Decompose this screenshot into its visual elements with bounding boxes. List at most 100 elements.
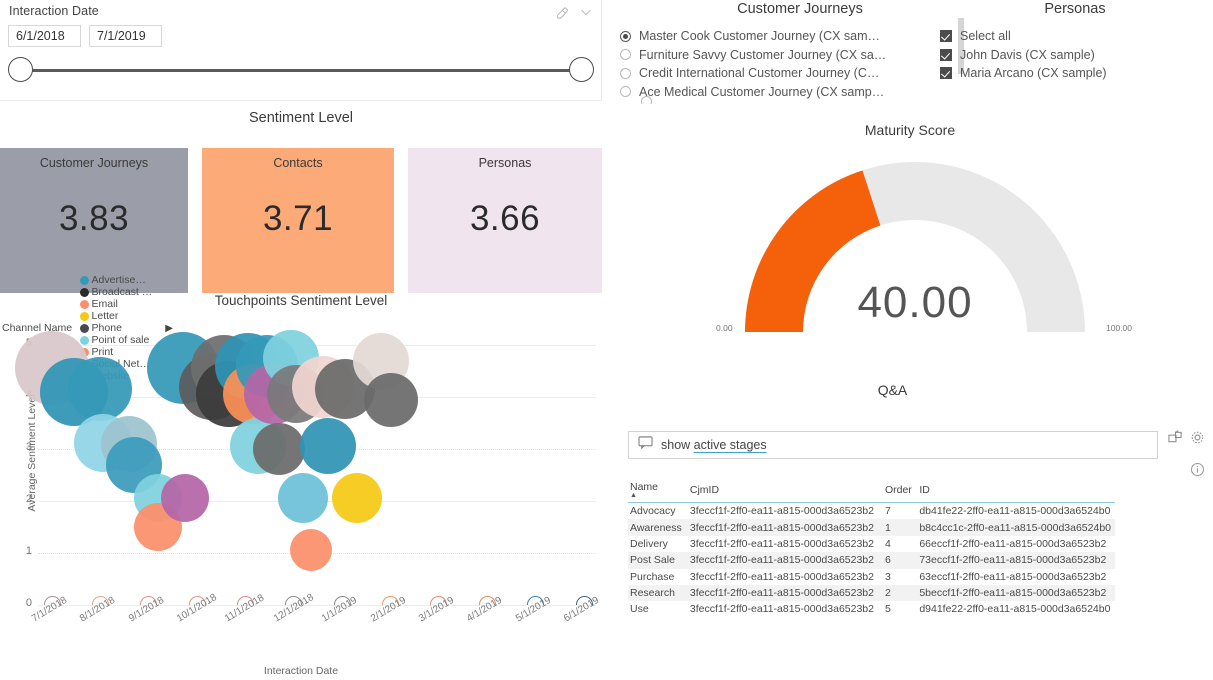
date-range-slider[interactable] xyxy=(8,54,594,88)
customer-journey-option[interactable]: Furniture Savvy Customer Journey (CX sa… xyxy=(620,46,980,65)
y-axis-tick: 0 xyxy=(25,597,32,609)
eraser-icon[interactable] xyxy=(555,5,569,19)
info-icon[interactable] xyxy=(1190,462,1205,482)
slicer-title: Interaction Date xyxy=(9,4,99,18)
option-label: Master Cook Customer Journey (CX sam… xyxy=(639,29,881,44)
chart-bubble[interactable] xyxy=(363,372,418,427)
persona-option[interactable]: Maria Arcano (CX sample) xyxy=(940,64,1210,83)
radio-button-icon[interactable] xyxy=(620,67,631,79)
qa-search-input[interactable]: show active stages xyxy=(628,431,1158,459)
table-row[interactable]: Research 3feccf1f-2ff0-ea11-a815-000d3a65… xyxy=(628,584,1115,602)
end-date-input[interactable]: 7/1/2019 xyxy=(89,25,162,47)
chart-bubble[interactable] xyxy=(299,418,356,475)
table-cell: 5beccf1f-2ff0-ea11-a815-000d3a6523b2 xyxy=(917,584,1115,602)
legend-swatch xyxy=(80,299,90,309)
qa-panel[interactable]: Q&A show active stages Name ▲ CjmID Orde… xyxy=(620,382,1205,672)
table-cell: 1 xyxy=(882,519,918,536)
start-date-input[interactable]: 6/1/2018 xyxy=(8,25,81,47)
table-cell: db41fe22-2ff0-ea11-a815-000d3a6524b0 xyxy=(919,505,1111,518)
table-row[interactable]: Awareness 3feccf1f-2ff0-ea11-a815-000d3a6… xyxy=(628,519,1115,536)
legend-swatch xyxy=(80,287,90,297)
table-cell: 2 xyxy=(882,584,918,602)
sentiment-card-customer-journeys[interactable]: Customer Journeys 3.83 xyxy=(0,148,188,293)
gear-icon[interactable] xyxy=(1190,430,1205,450)
date-range-inputs: 6/1/2018 7/1/2019 xyxy=(8,25,162,47)
table-row[interactable]: Delivery 3feccf1f-2ff0-ea11-a815-000d3a65… xyxy=(628,536,1115,552)
table-row[interactable]: Post Sale 3feccf1f-2ff0-ea11-a815-000d3a6… xyxy=(628,552,1115,569)
personas-list[interactable]: Select all John Davis (CX sample) Maria Ar… xyxy=(940,27,1210,83)
legend-item[interactable]: Letter xyxy=(80,310,152,322)
legend-item[interactable]: Broadcast … xyxy=(80,286,152,298)
checkbox-icon[interactable] xyxy=(940,48,952,61)
chevron-down-icon[interactable] xyxy=(579,5,593,19)
checkbox-icon[interactable] xyxy=(940,67,952,80)
maturity-score-gauge[interactable]: Maturity Score 40.00 0.00 100.00 xyxy=(620,122,1200,372)
sentiment-cards: Customer Journeys 3.83 Contacts 3.71 Per… xyxy=(0,148,602,293)
card-value: 3.83 xyxy=(58,199,130,238)
table-cell: Awareness xyxy=(628,519,688,536)
personas-slicer[interactable]: Personas Select all John Davis (CX sample… xyxy=(940,0,1210,104)
chart-bubble[interactable] xyxy=(278,473,329,524)
table-cell: 63eccf1f-2ff0-ea11-a815-000d3a6523b2 xyxy=(919,570,1107,583)
card-value: 3.66 xyxy=(469,199,541,238)
chart-bubble[interactable] xyxy=(253,423,306,475)
x-axis-title: Interaction Date xyxy=(263,665,339,677)
table-cell: 66eccf1f-2ff0-ea11-a815-000d3a6523b2 xyxy=(919,537,1107,550)
option-label: Furniture Savvy Customer Journey (CX sa… xyxy=(639,47,887,62)
legend-label: Advertise… xyxy=(91,274,146,286)
radio-button-icon[interactable] xyxy=(620,30,631,42)
chart-bubble[interactable] xyxy=(161,474,209,523)
column-header-order[interactable]: Order xyxy=(882,480,918,503)
touchpoints-sentiment-chart[interactable]: Touchpoints Sentiment Level Channel Name… xyxy=(0,274,602,680)
legend-next-icon[interactable]: ▶ xyxy=(165,323,173,334)
customer-journey-option[interactable]: Credit International Customer Journey (C… xyxy=(620,64,980,83)
pop-out-icon[interactable] xyxy=(1168,430,1183,450)
persona-option[interactable]: John Davis (CX sample) xyxy=(940,46,1210,65)
slider-track xyxy=(22,69,580,72)
slider-handle-end[interactable] xyxy=(569,57,594,82)
checkbox-icon[interactable] xyxy=(940,30,952,43)
legend-swatch xyxy=(80,275,90,285)
option-label: Maria Arcano (CX sample) xyxy=(960,66,1107,81)
slicer-header-icons xyxy=(555,5,593,19)
chat-bubble-icon xyxy=(638,436,653,454)
sentiment-card-contacts[interactable]: Contacts 3.71 xyxy=(202,148,394,293)
table-cell: Research xyxy=(628,584,688,602)
legend-item[interactable]: Phone xyxy=(80,322,152,334)
table-cell: b8c4cc1c-2ff0-ea11-a815-000d3a6524b0 xyxy=(917,519,1115,536)
interaction-date-slicer[interactable]: Interaction Date 6/1/2018 7/1/2019 xyxy=(0,0,602,101)
table-row[interactable]: Use 3feccf1f-2ff0-ea11-a815-000d3a6523b2 5… xyxy=(628,601,1115,617)
persona-option[interactable]: Select all xyxy=(940,27,1210,46)
sentiment-card-personas[interactable]: Personas 3.66 xyxy=(408,148,602,293)
table-header-row: Name ▲ CjmID Order ID xyxy=(628,480,1115,503)
stages-table[interactable]: Name ▲ CjmID Order ID Advocacy 3feccf1f-2f… xyxy=(628,480,1115,618)
table-cell: Delivery xyxy=(630,537,668,550)
table-row[interactable]: Advocacy 3feccf1f-2ff0-ea11-a815-000d3a65… xyxy=(628,503,1115,520)
customer-journey-option[interactable]: Ace Medical Customer Journey (CX samp… xyxy=(620,83,980,102)
legend-item[interactable]: Advertise… xyxy=(80,274,152,286)
radio-button-icon[interactable] xyxy=(620,86,631,98)
table-cell: 3feccf1f-2ff0-ea11-a815-000d3a6523b2 xyxy=(689,537,874,550)
customer-journeys-slicer[interactable]: Customer Journeys Master Cook Customer J… xyxy=(620,0,980,104)
chart-bubble[interactable] xyxy=(289,529,332,572)
card-label: Customer Journeys xyxy=(39,156,149,170)
slider-handle-start[interactable] xyxy=(8,57,33,82)
table-cell: 7 xyxy=(884,505,891,518)
column-header-id[interactable]: ID xyxy=(917,480,1115,503)
customer-journeys-title: Customer Journeys xyxy=(737,1,863,17)
customer-journey-option[interactable]: Master Cook Customer Journey (CX sam… xyxy=(620,27,980,46)
legend-item[interactable]: Email xyxy=(80,298,152,310)
chart-bubble[interactable] xyxy=(68,357,133,422)
dashboard-root: Interaction Date 6/1/2018 7/1/2019 Senti… xyxy=(0,0,1213,680)
table-row[interactable]: Purchase 3feccf1f-2ff0-ea11-a815-000d3a65… xyxy=(628,569,1115,585)
legend-swatch xyxy=(80,311,90,321)
radio-button-icon[interactable] xyxy=(620,49,631,61)
table-cell: 3 xyxy=(884,570,891,583)
column-header-name[interactable]: Name ▲ xyxy=(628,480,688,503)
qa-query-text: show active stages xyxy=(661,438,767,452)
table-cell: d941fe22-2ff0-ea11-a815-000d3a6524b0 xyxy=(919,603,1111,616)
option-label: Select all xyxy=(960,29,1011,44)
column-header-cjmid[interactable]: CjmID xyxy=(687,480,883,503)
chart-bubble[interactable] xyxy=(331,473,382,524)
customer-journeys-list[interactable]: Master Cook Customer Journey (CX sam… Fur… xyxy=(620,27,980,101)
